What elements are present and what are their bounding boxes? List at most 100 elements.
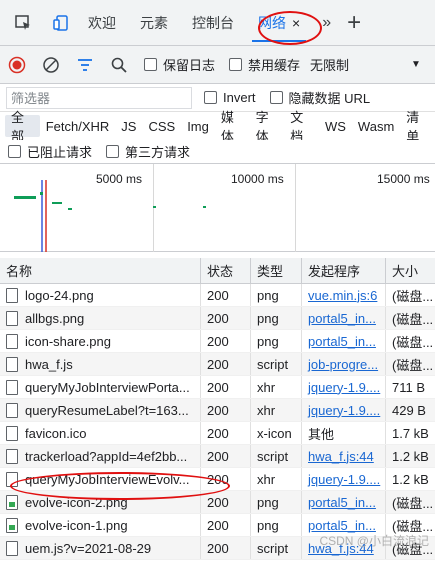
- cell-name[interactable]: uem.js?v=2021-08-29: [0, 537, 201, 559]
- filter-img[interactable]: Img: [181, 115, 215, 137]
- table-row[interactable]: trackerload?appId=4ef2bb... 200 script hwa_…: [0, 445, 435, 468]
- request-name: favicon.ico: [25, 425, 87, 441]
- cell-initiator[interactable]: portal5_in...: [302, 330, 386, 352]
- checkbox-box[interactable]: [204, 91, 217, 104]
- cell-initiator[interactable]: job-progre...: [302, 353, 386, 375]
- cell-name[interactable]: hwa_f.js: [0, 353, 201, 375]
- tab-elements[interactable]: 元素: [128, 0, 180, 46]
- checkbox-label: 禁用缓存: [248, 58, 301, 73]
- column-header-status[interactable]: 状态: [201, 258, 251, 283]
- cell-type: xhr: [251, 468, 302, 490]
- initiator-link[interactable]: hwa_f.js:44: [308, 449, 374, 464]
- initiator-link[interactable]: jquery-1.9....: [308, 403, 380, 418]
- initiator-link[interactable]: job-progre...: [308, 357, 378, 372]
- request-name: uem.js?v=2021-08-29: [25, 540, 152, 556]
- column-header-name[interactable]: 名称: [0, 258, 201, 283]
- cell-initiator[interactable]: hwa_f.js:44: [302, 445, 386, 467]
- cell-name[interactable]: evolve-icon-1.png: [0, 514, 201, 536]
- disable-cache-checkbox[interactable]: 禁用缓存: [229, 55, 300, 74]
- tab-welcome[interactable]: 欢迎: [76, 0, 128, 46]
- checkbox-box[interactable]: [144, 58, 157, 71]
- initiator-link[interactable]: jquery-1.9....: [308, 472, 380, 487]
- initiator-link[interactable]: portal5_in...: [308, 311, 376, 326]
- tab-network[interactable]: 网络 ×: [246, 0, 312, 46]
- preserve-log-checkbox[interactable]: 保留日志: [144, 55, 215, 74]
- checkbox-box[interactable]: [269, 91, 283, 104]
- initiator-link[interactable]: portal5_in...: [308, 334, 376, 349]
- more-tabs-icon[interactable]: »: [322, 14, 331, 32]
- network-overview[interactable]: 5000 ms 10000 ms 15000 ms: [0, 164, 435, 252]
- table-row[interactable]: queryResumeLabel?t=163... 200 xhr jquery-1.…: [0, 399, 435, 422]
- cell-name[interactable]: queryResumeLabel?t=163...: [0, 399, 201, 421]
- initiator-link[interactable]: vue.min.js:6: [308, 288, 377, 303]
- cell-name[interactable]: queryMyJobInterviewEvolv...: [0, 468, 201, 490]
- filter-input[interactable]: 筛选器: [6, 86, 192, 109]
- clear-button[interactable]: [34, 50, 68, 80]
- file-icon: [6, 471, 18, 487]
- cell-initiator: 其他: [302, 422, 386, 444]
- record-button[interactable]: [0, 50, 34, 80]
- filter-media[interactable]: 媒体: [215, 110, 250, 144]
- cell-name[interactable]: icon-share.png: [0, 330, 201, 352]
- table-row[interactable]: queryMyJobInterviewPorta... 200 xhr jquery-…: [0, 376, 435, 399]
- checkbox-label: 第三方请求: [125, 145, 191, 160]
- filter-font[interactable]: 字体: [250, 110, 285, 144]
- initiator-link[interactable]: portal5_in...: [308, 518, 376, 533]
- table-row[interactable]: hwa_f.js 200 script job-progre... (磁盘...: [0, 353, 435, 376]
- cell-name[interactable]: evolve-icon-2.png: [0, 491, 201, 513]
- cell-status: 200: [201, 330, 251, 352]
- checkbox-box[interactable]: [106, 145, 120, 158]
- search-icon[interactable]: [102, 50, 136, 80]
- filter-fetch-xhr[interactable]: Fetch/XHR: [40, 115, 116, 137]
- filter-all[interactable]: 全部: [5, 110, 40, 144]
- tab-label: 网络: [258, 14, 286, 31]
- filter-js[interactable]: JS: [115, 115, 142, 137]
- cell-initiator[interactable]: jquery-1.9....: [302, 376, 386, 398]
- filter-wasm[interactable]: Wasm: [352, 115, 400, 137]
- column-header-type[interactable]: 类型: [251, 258, 302, 283]
- cell-name[interactable]: queryMyJobInterviewPorta...: [0, 376, 201, 398]
- column-header-size[interactable]: 大小: [386, 258, 435, 283]
- throttling-select[interactable]: 无限制: [310, 55, 349, 74]
- table-row[interactable]: evolve-icon-2.png 200 png portal5_in... (磁盘.…: [0, 491, 435, 514]
- tab-console[interactable]: 控制台: [180, 0, 246, 46]
- table-row[interactable]: logo-24.png 200 png vue.min.js:6 (磁盘...: [0, 284, 435, 307]
- table-row[interactable]: favicon.ico 200 x-icon 其他 1.7 kB: [0, 422, 435, 445]
- filter-css[interactable]: CSS: [142, 115, 181, 137]
- cell-initiator[interactable]: jquery-1.9....: [302, 399, 386, 421]
- blocked-requests-checkbox[interactable]: 已阻止请求: [8, 142, 92, 161]
- request-name: allbgs.png: [25, 310, 85, 326]
- table-row[interactable]: queryMyJobInterviewEvolv... 200 xhr jquery-…: [0, 468, 435, 491]
- invert-checkbox[interactable]: Invert: [204, 90, 256, 105]
- chevron-down-icon[interactable]: ▼: [411, 59, 421, 70]
- filter-ws[interactable]: WS: [319, 115, 352, 137]
- inspect-element-icon[interactable]: [8, 8, 38, 38]
- third-party-requests-checkbox[interactable]: 第三方请求: [106, 142, 190, 161]
- column-header-initiator[interactable]: 发起程序: [302, 258, 386, 283]
- cell-type: x-icon: [251, 422, 302, 444]
- close-icon[interactable]: ×: [292, 15, 300, 31]
- initiator-link[interactable]: portal5_in...: [308, 495, 376, 510]
- add-tab-icon[interactable]: +: [347, 9, 361, 37]
- checkbox-box[interactable]: [229, 58, 243, 71]
- cell-status: 200: [201, 514, 251, 536]
- cell-name[interactable]: allbgs.png: [0, 307, 201, 329]
- table-row[interactable]: allbgs.png 200 png portal5_in... (磁盘...: [0, 307, 435, 330]
- cell-initiator[interactable]: vue.min.js:6: [302, 284, 386, 306]
- cell-name[interactable]: favicon.ico: [0, 422, 201, 444]
- filter-icon[interactable]: [68, 50, 102, 80]
- cell-type: png: [251, 330, 302, 352]
- filter-doc[interactable]: 文档: [284, 110, 319, 144]
- filter-manifest[interactable]: 清单: [400, 110, 435, 144]
- request-name: hwa_f.js: [25, 356, 73, 372]
- cell-initiator[interactable]: portal5_in...: [302, 307, 386, 329]
- cell-name[interactable]: trackerload?appId=4ef2bb...: [0, 445, 201, 467]
- initiator-link[interactable]: jquery-1.9....: [308, 380, 380, 395]
- cell-initiator[interactable]: portal5_in...: [302, 491, 386, 513]
- cell-initiator[interactable]: jquery-1.9....: [302, 468, 386, 490]
- hide-data-urls-checkbox[interactable]: 隐藏数据 URL: [269, 88, 370, 107]
- cell-name[interactable]: logo-24.png: [0, 284, 201, 306]
- table-row[interactable]: icon-share.png 200 png portal5_in... (磁盘...: [0, 330, 435, 353]
- checkbox-box[interactable]: [8, 145, 21, 158]
- device-toolbar-icon[interactable]: [46, 8, 76, 38]
